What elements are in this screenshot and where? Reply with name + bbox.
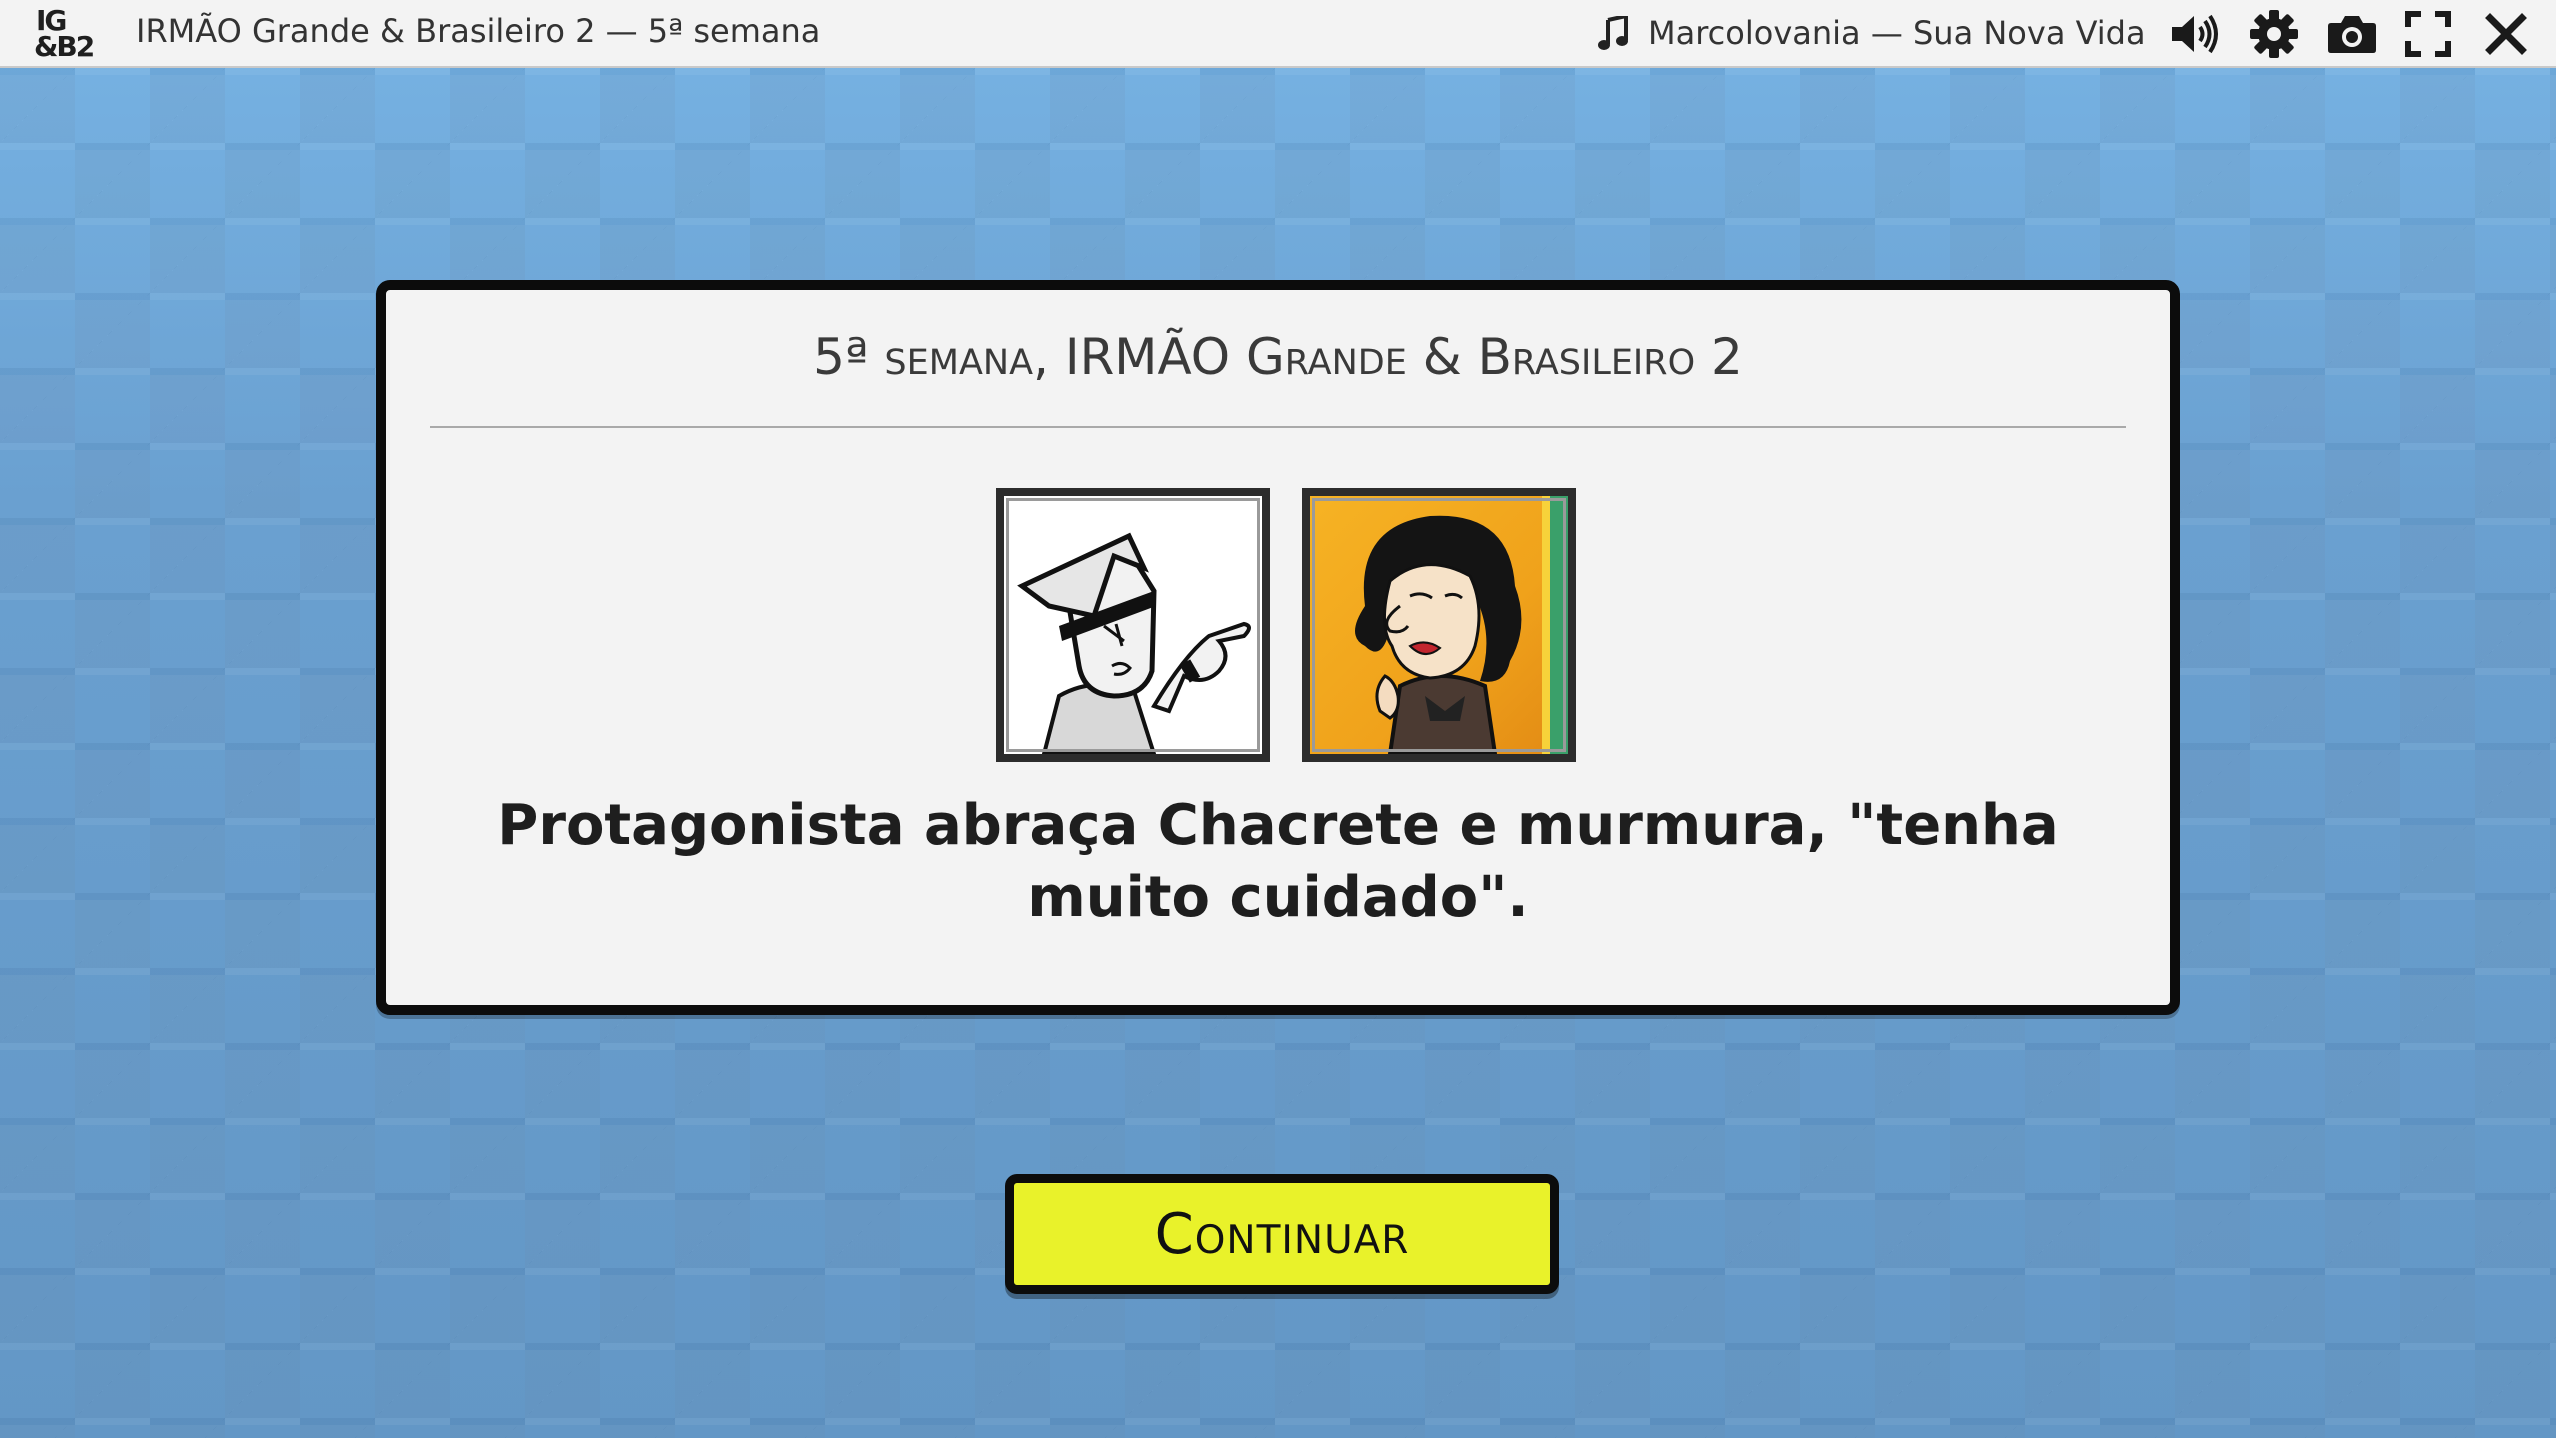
logo-text-line2: &B2 bbox=[34, 30, 95, 63]
top-bar: IG &B2 IRMÃO Grande & Brasileiro 2 — 5ª … bbox=[0, 0, 2556, 68]
event-message: Protagonista abraça Chacrete e murmura, … bbox=[497, 793, 2059, 930]
event-title: 5ª semana, IRMÃO Grande & Brasileiro 2 bbox=[813, 328, 1743, 386]
continue-button-label: Continuar bbox=[1154, 1201, 1410, 1267]
close-icon[interactable] bbox=[2480, 10, 2532, 58]
now-playing-track: Marcolovania — Sua Nova Vida bbox=[1648, 14, 2146, 52]
chacrete-portrait bbox=[1302, 488, 1576, 762]
fullscreen-icon[interactable] bbox=[2402, 10, 2454, 58]
gear-icon[interactable] bbox=[2248, 10, 2300, 58]
app-logo: IG &B2 bbox=[34, 4, 102, 63]
camera-icon[interactable] bbox=[2326, 10, 2378, 58]
window-title: IRMÃO Grande & Brasileiro 2 — 5ª semana bbox=[136, 12, 821, 50]
event-card: 5ª semana, IRMÃO Grande & Brasileiro 2 P… bbox=[376, 280, 2180, 1015]
volume-icon[interactable] bbox=[2170, 10, 2222, 58]
protagonista-portrait bbox=[996, 488, 1270, 762]
continue-button[interactable]: Continuar bbox=[1005, 1174, 1559, 1294]
title-divider bbox=[430, 426, 2126, 428]
music-note-icon bbox=[1598, 13, 1630, 52]
